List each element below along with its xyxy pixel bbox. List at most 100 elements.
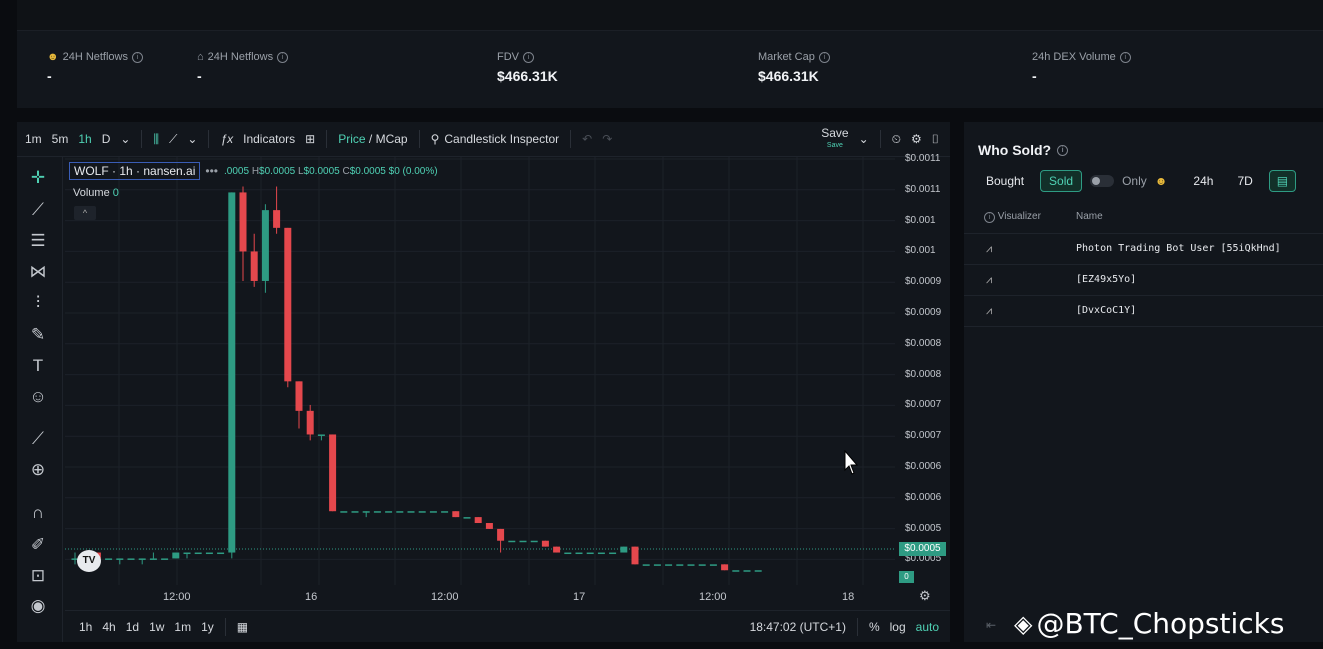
candle-body [250,251,258,281]
save-button[interactable]: Save Save [816,125,853,151]
trendline-icon[interactable]: ⟋ [27,199,49,221]
stat-label: 24H Netflows [207,51,274,63]
ohlc-open: .0005 [224,165,250,177]
brush-icon[interactable]: ✎ [27,324,49,346]
y-tick: $0.001 [905,214,936,226]
lock-drawings-icon[interactable]: ✐ [27,534,49,556]
lock-icon[interactable]: ⊡ [27,565,49,587]
percent-toggle[interactable]: % [864,620,885,634]
timeframe-d[interactable]: D [97,132,116,146]
trader-name[interactable]: [EZ49x5Yo] [1076,274,1136,285]
range-4h[interactable]: 4h [97,620,120,634]
table-row[interactable]: ⩘ [DvxCoC1Y] [964,295,1323,327]
top-bar [17,0,1323,31]
line-chart-icon[interactable]: ⟋ [164,132,182,147]
info-icon[interactable]: i [277,51,289,63]
auto-toggle[interactable]: auto [911,620,944,634]
info-icon[interactable]: i [523,51,534,63]
fx-icon[interactable]: ƒx [215,132,238,146]
indicators-button[interactable]: Indicators [238,132,300,146]
table-row[interactable]: ⩘ Photon Trading Bot User [55iQkHnd] [964,233,1323,264]
h-value: $0.0005 [259,165,296,177]
range-24h[interactable]: 24h [1185,171,1221,191]
watermark-text: @BTC_Chopsticks [1036,607,1285,640]
range-1d[interactable]: 1d [121,620,144,634]
candle-body [463,517,471,519]
info-icon[interactable]: i [818,51,830,63]
candlestick-chart[interactable] [65,157,895,585]
ruler-icon[interactable]: ⟋ [27,428,49,450]
collapse-icon[interactable]: ⇤ [986,618,996,632]
magnet-icon[interactable]: ∩ [27,502,49,524]
axis-settings-icon[interactable]: ⚙ [919,588,931,604]
chart-legend: WOLF · 1h · nansen.ai ••• .0005 H$0.0005… [69,162,438,180]
price-mcap-toggle[interactable]: Price / MCap [333,132,412,146]
info-icon[interactable]: i [132,51,143,63]
table-row[interactable]: ⩘ [EZ49x5Yo] [964,264,1323,295]
templates-icon[interactable]: ⊞ [300,132,320,146]
info-icon[interactable]: i [1119,51,1131,63]
candle-body [418,511,426,513]
chart-icon[interactable]: ⩘ [986,304,992,318]
timeframe-1m[interactable]: 1m [20,132,47,146]
x-tick: 12:00 [699,591,727,603]
stat-label: FDV [497,51,519,63]
candle-body [172,552,180,559]
projection-icon[interactable]: ⫶ [27,292,49,314]
range-1w[interactable]: 1w [144,620,169,634]
pattern-icon[interactable]: ⋈ [27,261,49,283]
only-toggle[interactable] [1090,175,1115,187]
more-icon[interactable]: ••• [205,164,218,178]
tradingview-logo[interactable]: TV [77,550,101,572]
crosshair-icon[interactable]: ✛ [27,167,49,189]
zoom-in-icon[interactable]: ⊕ [27,459,49,481]
candlestick-inspector-button[interactable]: Candlestick Inspector [444,132,564,146]
range-7d[interactable]: 7D [1229,171,1260,191]
save-label: Save [821,125,849,140]
alert-icon[interactable]: ⏲ [887,132,906,147]
eye-icon[interactable]: ◉ [27,595,49,617]
fib-icon[interactable]: ☰ [27,230,49,252]
candle-body [497,528,505,541]
calendar-icon[interactable]: ▦ [232,620,253,634]
trader-name[interactable]: [DvxCoC1Y] [1076,305,1136,316]
bank-icon: ⌂ [197,51,204,63]
candle-body [530,540,538,543]
text-icon[interactable]: T [27,355,49,377]
time-axis[interactable]: 12:00 16 12:00 17 12:00 18 ⚙ [65,585,950,607]
timeframe-5m[interactable]: 5m [47,132,74,146]
undo-icon[interactable]: ↶ [577,132,597,146]
log-toggle[interactable]: log [885,620,911,634]
range-1m[interactable]: 1m [169,620,196,634]
x-tick: 12:00 [163,591,191,603]
range-1h[interactable]: 1h [74,620,97,634]
range-1y[interactable]: 1y [196,620,219,634]
price-axis[interactable]: $0.0011 $0.0011 $0.001 $0.001 $0.0009 $0.0009… [895,153,950,585]
emoji-icon[interactable]: ☺ [27,386,49,408]
bought-tab[interactable]: Bought [978,171,1032,191]
chart-icon[interactable]: ⩘ [986,273,992,287]
collapse-legend-button[interactable]: ^ [74,206,96,220]
candle-body [407,511,415,513]
divider [418,130,420,148]
redo-icon[interactable]: ↷ [597,132,617,146]
settings-icon[interactable]: ⚙ [906,132,927,146]
chevron-down-icon[interactable]: ⌄ [115,132,135,146]
y-tick: $0.0008 [905,368,942,380]
candle-body [754,570,762,572]
candles [71,186,762,572]
sold-tab[interactable]: Sold [1040,170,1083,192]
candle-body [721,564,729,571]
chart-icon[interactable]: ⩘ [986,242,992,256]
chevron-down-icon[interactable]: ⌄ [182,132,202,146]
trader-name[interactable]: Photon Trading Bot User [55iQkHnd] [1076,243,1281,254]
symbol-label[interactable]: WOLF · 1h · nansen.ai [69,162,201,180]
candles-icon[interactable]: ⫼ [148,132,164,147]
camera-icon[interactable]: ⌷ [927,132,944,147]
info-icon[interactable]: i [1057,144,1069,156]
stat-value: - [47,68,52,84]
calendar-icon[interactable]: ▤ [1268,170,1297,192]
clock-readout[interactable]: 18:47:02 (UTC+1) [745,620,851,634]
timeframe-1h[interactable]: 1h [73,132,96,146]
chevron-down-icon[interactable]: ⌄ [854,132,874,146]
